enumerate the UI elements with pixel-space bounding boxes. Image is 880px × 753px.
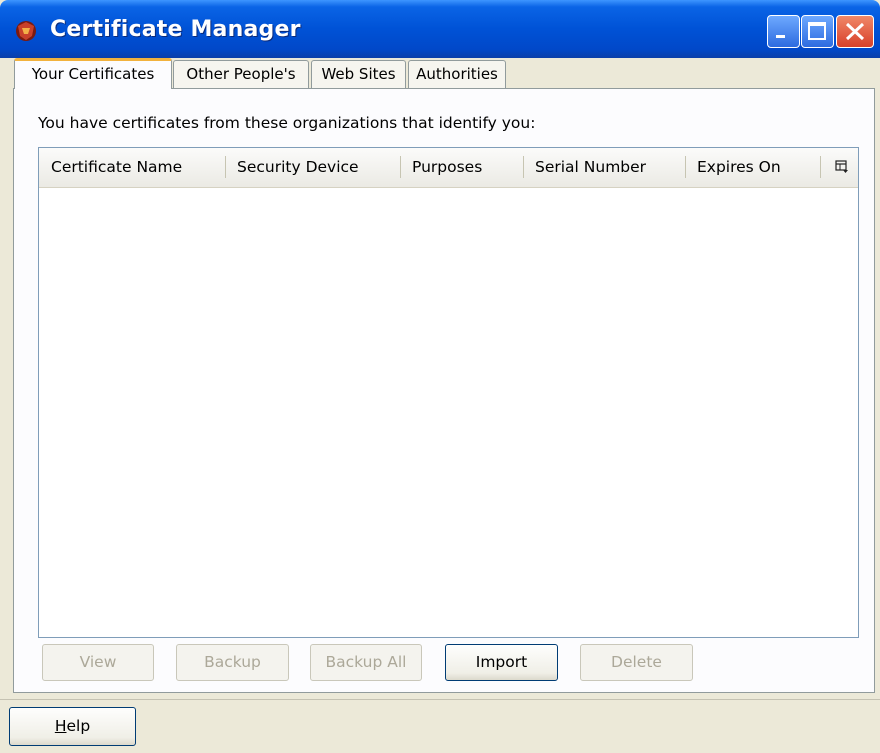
- window-title: Certificate Manager: [50, 17, 301, 42]
- firefox-app-icon: [16, 21, 36, 41]
- list-header: Certificate Name Security Device Purpose…: [39, 148, 858, 188]
- column-header-expires-on[interactable]: Expires On: [685, 148, 820, 187]
- column-divider[interactable]: [820, 156, 821, 178]
- column-header-security-device[interactable]: Security Device: [225, 148, 400, 187]
- maximize-icon: [808, 22, 826, 40]
- intro-label: You have certificates from these organiz…: [38, 114, 536, 132]
- delete-button[interactable]: Delete: [580, 644, 693, 681]
- import-button[interactable]: Import: [445, 644, 558, 681]
- minimize-button[interactable]: [767, 15, 800, 48]
- maximize-button[interactable]: [801, 15, 834, 48]
- backup-all-button[interactable]: Backup All: [310, 644, 422, 681]
- tab-other-peoples[interactable]: Other People's: [173, 60, 309, 88]
- column-header-purposes[interactable]: Purposes: [400, 148, 523, 187]
- column-picker-icon[interactable]: [835, 160, 849, 174]
- help-accesskey: H: [54, 717, 67, 735]
- view-button[interactable]: View: [42, 644, 154, 681]
- title-bar[interactable]: Certificate Manager: [0, 0, 880, 58]
- close-icon: [845, 22, 865, 41]
- tab-authorities[interactable]: Authorities: [408, 60, 506, 88]
- tab-your-certificates[interactable]: Your Certificates: [14, 58, 172, 89]
- footer-divider: [0, 699, 880, 700]
- tab-web-sites[interactable]: Web Sites: [311, 60, 406, 88]
- column-header-certificate-name[interactable]: Certificate Name: [39, 148, 225, 187]
- help-button[interactable]: Help: [9, 707, 136, 746]
- help-label: elp: [66, 717, 91, 735]
- certificate-list[interactable]: Certificate Name Security Device Purpose…: [38, 147, 859, 638]
- column-header-serial-number[interactable]: Serial Number: [523, 148, 685, 187]
- close-button[interactable]: [836, 15, 874, 48]
- minimize-icon: [776, 35, 785, 38]
- backup-button[interactable]: Backup: [176, 644, 289, 681]
- tab-panel: You have certificates from these organiz…: [13, 88, 875, 693]
